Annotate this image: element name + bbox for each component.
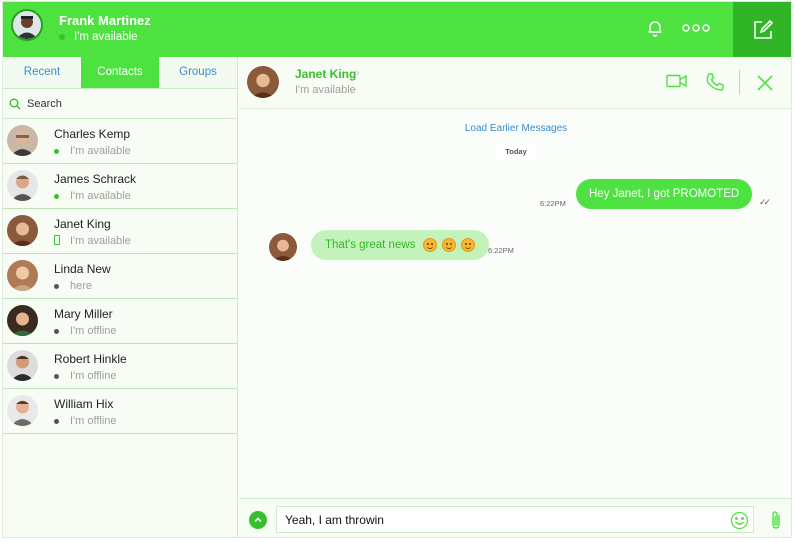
message-input[interactable]	[276, 506, 754, 533]
bell-icon[interactable]	[645, 18, 665, 38]
presence-dot	[59, 34, 65, 40]
compose-icon	[754, 19, 774, 39]
contact-name: William Hix	[54, 397, 114, 411]
avatar	[7, 125, 38, 156]
contact-item-linda-new[interactable]: Linda New here	[3, 254, 237, 299]
smiley-emoji-icon	[442, 238, 457, 252]
contact-status: I'm offline	[70, 370, 117, 382]
contact-item-robert-hinkle[interactable]: Robert Hinkle I'm offline	[3, 344, 237, 389]
contact-status: I'm offline	[70, 325, 117, 337]
smiley-emoji-icon	[461, 238, 476, 252]
tab-recent[interactable]: Recent	[3, 57, 81, 88]
chevron-right-icon[interactable]: ›	[356, 67, 360, 79]
contact-name: James Schrack	[54, 172, 137, 186]
contacts-sidebar: Recent Contacts Groups Search Charles Ke…	[3, 57, 238, 537]
top-bar: Frank Martinez I'm available	[3, 2, 791, 57]
phone-icon[interactable]	[705, 72, 725, 97]
day-separator: Today	[496, 144, 536, 160]
presence-dot	[54, 194, 59, 199]
message-bubble-incoming: That's great news	[311, 230, 490, 260]
smiley-emoji-icon	[423, 238, 438, 252]
message-time: 6:22PM	[488, 246, 514, 255]
search-placeholder: Search	[27, 97, 62, 110]
contact-name: Robert Hinkle	[54, 352, 127, 366]
avatar[interactable]	[247, 66, 279, 98]
user-avatar[interactable]	[11, 9, 43, 41]
contact-name: Linda New	[54, 262, 111, 276]
avatar	[7, 305, 38, 336]
conversation-name[interactable]: Janet King	[295, 67, 356, 81]
presence-dot	[54, 149, 59, 154]
video-call-icon[interactable]	[666, 72, 688, 95]
contact-item-james-schrack[interactable]: James Schrack I'm available	[3, 164, 237, 209]
contact-status: I'm available	[70, 235, 131, 247]
contact-name: Charles Kemp	[54, 127, 131, 141]
divider	[739, 70, 740, 94]
contact-item-william-hix[interactable]: William Hix I'm offline	[3, 389, 237, 434]
close-icon[interactable]	[756, 74, 774, 97]
chevron-up-icon	[254, 517, 262, 523]
compose-button[interactable]	[733, 2, 791, 57]
load-earlier-link[interactable]: Load Earlier Messages	[239, 123, 791, 134]
avatar	[7, 260, 38, 291]
user-status[interactable]: I'm available	[59, 31, 138, 43]
contact-item-charles-kemp[interactable]: Charles Kemp I'm available	[3, 119, 237, 164]
sidebar-tabs: Recent Contacts Groups	[3, 57, 237, 89]
presence-dot	[54, 419, 59, 424]
mobile-icon	[54, 235, 60, 245]
user-name: Frank Martinez	[59, 13, 151, 28]
paperclip-icon[interactable]	[769, 509, 783, 536]
expand-button[interactable]	[249, 511, 267, 529]
emoji-icon[interactable]	[730, 511, 749, 535]
tab-contacts[interactable]: Contacts	[81, 57, 159, 88]
chat-app-window: Frank Martinez I'm available Recent Cont…	[2, 1, 792, 538]
presence-dot	[54, 284, 59, 289]
message-text: That's great news	[325, 239, 416, 251]
contact-item-mary-miller[interactable]: Mary Miller I'm offline	[3, 299, 237, 344]
conversation-header: Janet King › I'm available	[239, 57, 791, 109]
contact-status: I'm offline	[70, 415, 117, 427]
more-icon[interactable]	[681, 20, 711, 36]
contact-name: Mary Miller	[54, 307, 113, 321]
presence-dot	[54, 329, 59, 334]
contact-status: I'm available	[70, 145, 131, 157]
conversation-status: I'm available	[295, 84, 356, 96]
avatar	[7, 170, 38, 201]
message-composer	[239, 498, 791, 537]
avatar	[7, 395, 38, 426]
search-icon	[9, 98, 21, 109]
message-time: 6:22PM	[540, 199, 566, 208]
user-status-text: I'm available	[74, 31, 138, 43]
search-input[interactable]: Search	[3, 89, 237, 119]
conversation-pane: Janet King › I'm available Load Earlier …	[239, 57, 791, 537]
contact-status: here	[70, 280, 93, 292]
read-receipt-icon: ✓✓	[759, 197, 771, 207]
presence-dot	[54, 374, 59, 379]
contact-name: Janet King	[54, 217, 111, 231]
contact-status: I'm available	[70, 190, 131, 202]
contact-item-janet-king[interactable]: Janet King I'm available	[3, 209, 237, 254]
avatar	[7, 350, 38, 381]
tab-groups[interactable]: Groups	[159, 57, 237, 88]
message-bubble-outgoing: Hey Janet, I got PROMOTED	[576, 179, 753, 209]
avatar	[7, 215, 38, 246]
avatar	[269, 233, 297, 261]
